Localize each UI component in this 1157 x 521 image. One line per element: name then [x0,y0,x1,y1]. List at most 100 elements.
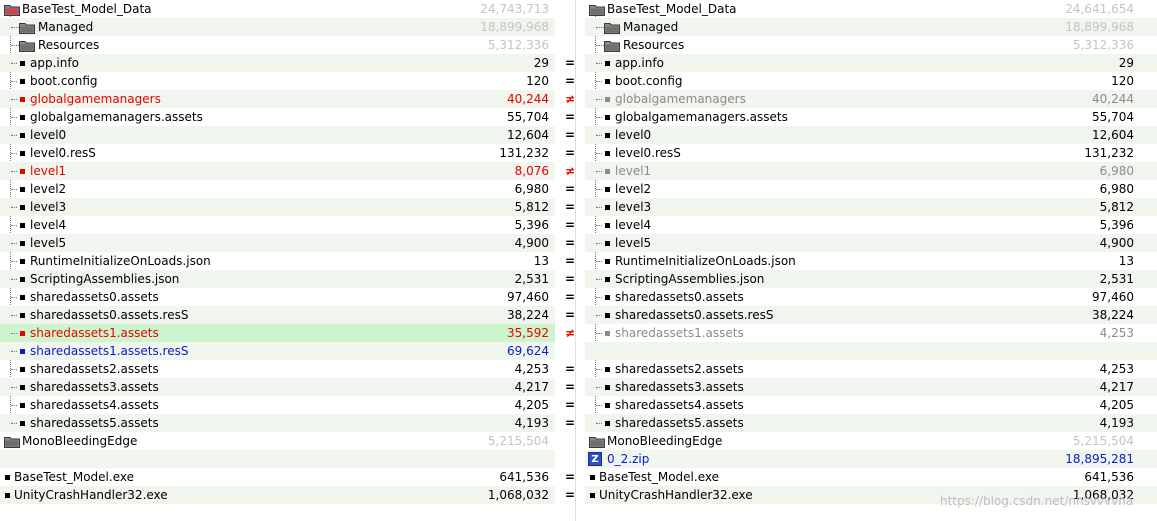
tree-row[interactable]: sharedassets4.assets 4,205 [585,396,1157,414]
tree-row[interactable]: level0 12,604 [0,126,555,144]
item-name: boot.config [30,74,98,88]
tree-branch-line [11,153,17,154]
tree-row[interactable]: boot.config 120 [0,72,555,90]
tree-branch-line [596,27,604,28]
tree-row[interactable]: ScriptingAssemblies.json 2,531 [585,270,1157,288]
tree-row[interactable]: Z 0_2.zip 18,895,281 [585,450,1157,468]
right-folder-pane[interactable]: BaseTest_Model_Data 24,641,654 Managed 18,8… [585,0,1157,521]
tree-row[interactable]: level2 6,980 [0,180,555,198]
tree-row[interactable]: boot.config 120 [585,72,1157,90]
tree-row[interactable]: globalgamemanagers 40,244 [585,90,1157,108]
item-size: 69,624 [507,344,549,358]
tree-branch-line [11,45,19,46]
equal-icon: = [564,200,576,214]
item-size: 4,900 [514,236,549,250]
file-icon [20,205,25,210]
item-size: 120 [1111,74,1134,88]
item-size: 5,215,504 [487,434,549,448]
equal-icon: = [564,74,576,88]
tree-branch-line [596,261,602,262]
item-name: RuntimeInitializeOnLoads.json [30,254,211,268]
tree-row[interactable]: sharedassets3.assets 4,217 [585,378,1157,396]
tree-branch-line [596,315,602,316]
tree-row[interactable]: sharedassets0.assets 97,460 [585,288,1157,306]
file-icon [605,421,610,426]
tree-row[interactable]: app.info 29 [585,54,1157,72]
tree-row[interactable]: level3 5,812 [585,198,1157,216]
item-size: 5,215,504 [1072,434,1134,448]
tree-row[interactable]: RuntimeInitializeOnLoads.json 13 [0,252,555,270]
tree-row[interactable]: sharedassets4.assets 4,205 [0,396,555,414]
tree-root-row[interactable]: BaseTest_Model_Data 24,743,713 [0,0,555,18]
item-size: 4,193 [1099,416,1134,430]
tree-row[interactable]: Managed 18,899,968 [0,18,555,36]
tree-row[interactable]: sharedassets1.assets 35,592 [0,324,555,342]
item-size: 5,396 [1099,218,1134,232]
item-name: MonoBleedingEdge [22,434,138,448]
tree-row[interactable]: sharedassets1.assets.resS 69,624 [0,342,555,360]
item-size: 4,193 [514,416,549,430]
tree-branch-line [11,279,17,280]
tree-branch-line [596,135,602,136]
not-equal-icon: ≠ [564,92,576,106]
tree-branch-line [11,171,17,172]
tree-row[interactable]: level0 12,604 [585,126,1157,144]
tree-row[interactable]: MonoBleedingEdge 5,215,504 [0,432,555,450]
folder-icon [4,435,20,448]
tree-row[interactable]: UnityCrashHandler32.exe 1,068,032 [0,486,555,504]
tree-branch-line [596,297,602,298]
item-name: level3 [615,200,652,214]
item-size: 35,592 [507,326,549,340]
tree-root-row[interactable]: BaseTest_Model_Data 24,641,654 [585,0,1157,18]
tree-row[interactable]: sharedassets2.assets 4,253 [0,360,555,378]
tree-row[interactable]: level3 5,812 [0,198,555,216]
tree-row[interactable]: RuntimeInitializeOnLoads.json 13 [585,252,1157,270]
not-equal-icon: ≠ [564,326,576,340]
tree-row[interactable]: level2 6,980 [585,180,1157,198]
tree-row[interactable]: sharedassets0.assets.resS 38,224 [0,306,555,324]
tree-row[interactable]: level5 4,900 [0,234,555,252]
item-size: 40,244 [507,92,549,106]
tree-row[interactable]: level0.resS 131,232 [0,144,555,162]
left-folder-pane[interactable]: BaseTest_Model_Data 24,743,713 Managed 18,8… [0,0,555,521]
tree-row[interactable]: sharedassets0.assets.resS 38,224 [585,306,1157,324]
tree-row[interactable]: level1 6,980 [585,162,1157,180]
tree-row[interactable]: Resources 5,312,336 [0,36,555,54]
tree-row[interactable]: BaseTest_Model.exe 641,536 [0,468,555,486]
tree-row[interactable]: sharedassets0.assets 97,460 [0,288,555,306]
tree-row[interactable]: level0.resS 131,232 [585,144,1157,162]
root-folder-size: 24,743,713 [480,2,549,16]
zip-archive-icon: Z [588,452,602,466]
tree-row[interactable]: Managed 18,899,968 [585,18,1157,36]
tree-row[interactable]: ScriptingAssemblies.json 2,531 [0,270,555,288]
file-icon [605,385,610,390]
comparison-gutter: = = ≠ = = = ≠ = = = = = = = = ≠ = = = = = = [555,0,585,521]
tree-row[interactable]: Resources 5,312,336 [585,36,1157,54]
tree-row[interactable]: MonoBleedingEdge 5,215,504 [585,432,1157,450]
tree-row[interactable]: sharedassets1.assets 4,253 [585,324,1157,342]
tree-branch-line [596,153,602,154]
tree-row[interactable]: level4 5,396 [0,216,555,234]
file-icon [605,313,610,318]
tree-row[interactable]: app.info 29 [0,54,555,72]
tree-row[interactable]: level4 5,396 [585,216,1157,234]
tree-row[interactable]: globalgamemanagers 40,244 [0,90,555,108]
tree-branch-line [596,387,602,388]
gutter-blank [555,432,585,450]
tree-branch-line [11,207,17,208]
tree-row[interactable]: level5 4,900 [585,234,1157,252]
tree-row[interactable]: sharedassets3.assets 4,217 [0,378,555,396]
folder-icon [604,39,620,52]
file-icon [20,115,25,120]
tree-row[interactable]: BaseTest_Model.exe 641,536 [585,468,1157,486]
tree-row[interactable]: sharedassets5.assets 4,193 [0,414,555,432]
tree-row[interactable]: globalgamemanagers.assets 55,704 [0,108,555,126]
tree-row[interactable]: level1 8,076 [0,162,555,180]
pane-divider[interactable] [575,0,576,521]
tree-row[interactable]: globalgamemanagers.assets 55,704 [585,108,1157,126]
gutter-blank [555,0,585,18]
tree-row[interactable]: sharedassets5.assets 4,193 [585,414,1157,432]
item-size: 4,900 [1099,236,1134,250]
equal-icon: = [564,308,576,322]
tree-row[interactable]: sharedassets2.assets 4,253 [585,360,1157,378]
